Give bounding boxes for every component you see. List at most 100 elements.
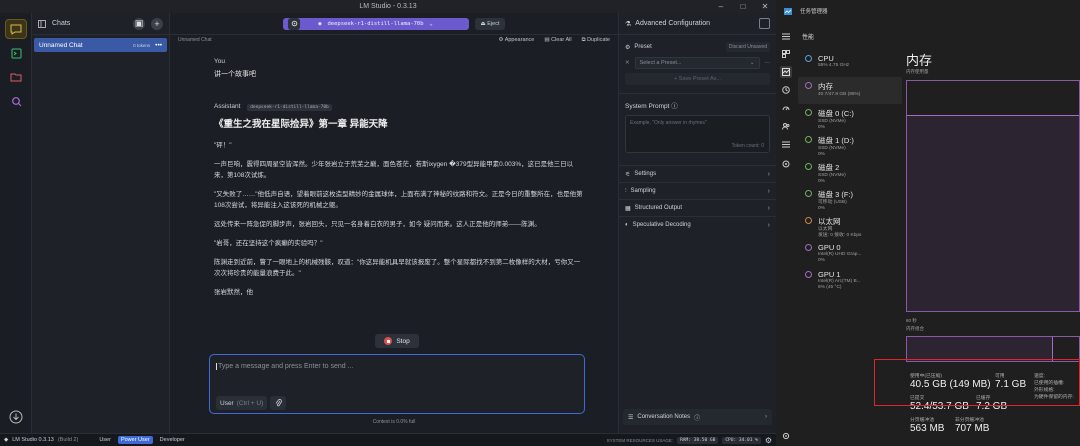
memory-detail-header: 内存 内存使用量	[906, 50, 1080, 75]
chevron-right-icon: ›	[767, 221, 770, 229]
new-folder-button[interactable]: ▣	[133, 17, 145, 30]
clear-all-button[interactable]: ▤ Clear All	[544, 37, 571, 44]
services-icon[interactable]	[780, 158, 792, 170]
chat-list-item[interactable]: Unnamed Chat 0 tokens •••	[34, 38, 167, 52]
save-preset-button[interactable]: + Save Preset As...	[625, 73, 770, 85]
maximize-icon[interactable]: □	[732, 0, 754, 13]
resource-name: 以太网	[818, 217, 841, 226]
chats-header: Chats ▣ +	[32, 13, 169, 35]
preset-row: ⚙ Preset Discard Unsaved	[619, 40, 776, 54]
assistant-role-row: Assistant deepseek-r1-distill-llama-70b	[214, 103, 584, 111]
appearance-label: Appearance	[504, 36, 535, 43]
chat-subbar: Unnamed Chat ⚙ Appearance ▤ Clear All ⧉ …	[170, 35, 618, 45]
sliders-icon: ⫶	[625, 187, 627, 194]
window-title: LM Studio - 0.3.13	[359, 3, 417, 10]
accordion-label: Structured Output	[634, 205, 683, 211]
user-message[interactable]: 讲一个故事吧	[214, 69, 584, 79]
sampling-accordion[interactable]: ⫶ Sampling ›	[619, 182, 776, 199]
resource-name: 磁盘 1 (D:)	[818, 136, 854, 145]
resource-disk-2[interactable]: 磁盘 2 SSD (NVMe) 0%	[798, 158, 902, 185]
folder-icon[interactable]	[5, 67, 27, 87]
resource-gpu-0[interactable]: GPU 0 Intel(R) UHD Grap... 0%	[798, 239, 902, 266]
notes-label: Conversation Notes	[637, 414, 691, 420]
resource-disk-1[interactable]: 磁盘 1 (D:) SSD (NVMe) 0%	[798, 131, 902, 158]
details-icon[interactable]	[780, 138, 792, 150]
accordion-label: Speculative Decoding	[632, 222, 691, 228]
token-count: Token count: 0	[731, 143, 764, 149]
minimize-icon[interactable]: –	[710, 0, 732, 13]
model-selector[interactable]: ◉ deepseek-r1-distill-llama-70b ⌄	[282, 17, 469, 30]
close-icon[interactable]: ✕	[625, 60, 630, 66]
gear-icon[interactable]	[288, 17, 300, 30]
app-version: LM Studio 0.3.13	[12, 437, 54, 443]
message-input[interactable]: Type a message and press Enter to send .…	[209, 354, 585, 414]
resource-name: 磁盘 3 (F:)	[818, 190, 853, 199]
disk-graph-icon	[805, 109, 812, 116]
resource-detail: 55% 4.75 GHz	[818, 63, 850, 68]
assistant-role-label: Assistant	[214, 103, 241, 110]
disk-graph-icon	[805, 190, 812, 197]
stop-icon	[384, 337, 393, 345]
hamburger-icon[interactable]	[780, 30, 792, 42]
chat-icon[interactable]	[5, 19, 27, 39]
system-prompt-input[interactable]: Example, "Only answer in rhymes" Token c…	[625, 115, 770, 153]
paperclip-icon	[275, 399, 282, 407]
document-icon: ▦	[625, 205, 631, 212]
gpu-graph-icon	[805, 244, 812, 251]
appearance-button[interactable]: ⚙ Appearance	[499, 37, 535, 44]
settings-icon[interactable]	[780, 430, 792, 442]
preset-select[interactable]: Select a Preset... ⌄	[634, 57, 760, 69]
resource-memory[interactable]: 内存 40.7/47.8 GB (85%)	[798, 77, 902, 104]
resource-detail: 40.7/47.8 GB (85%)	[818, 92, 861, 97]
mode-user[interactable]: User	[96, 436, 114, 444]
users-icon[interactable]	[780, 120, 792, 132]
resource-disk-0[interactable]: 磁盘 0 (C:) SSD (NVMe) 0%	[798, 104, 902, 131]
resource-disk-3[interactable]: 磁盘 3 (F:) 可移动 (USB) 0%	[798, 185, 902, 212]
clear-all-label: Clear All	[551, 36, 572, 43]
more-icon[interactable]: ⋯	[765, 60, 771, 66]
more-icon[interactable]: •••	[155, 42, 162, 49]
system-prompt-label: System Prompt	[625, 103, 670, 110]
close-icon[interactable]: ✕	[754, 0, 776, 13]
duplicate-button[interactable]: ⧉ Duplicate	[582, 37, 610, 44]
highlight-box	[874, 359, 1080, 406]
left-rail	[0, 13, 32, 433]
chevron-down-icon: ⌄	[749, 60, 755, 66]
startup-icon[interactable]	[780, 102, 792, 114]
attach-button[interactable]	[270, 396, 286, 410]
collapse-panel-icon[interactable]	[759, 18, 770, 29]
developer-icon[interactable]	[5, 43, 27, 63]
speculative-decoding-accordion[interactable]: ◐ Speculative Decoding ›	[619, 216, 776, 233]
history-icon[interactable]	[780, 84, 792, 96]
status-bar: ◆ LM Studio 0.3.13 (Build 2) User Power …	[0, 433, 776, 446]
story-paragraph: 远处传来一阵急促的脚步声，张岩回头，只见一名身着白衣的男子，如今 疑问而来。这人…	[214, 221, 541, 228]
ram-usage: RAM: 38.50 GB	[677, 436, 719, 444]
performance-icon[interactable]	[780, 66, 792, 78]
settings-accordion[interactable]: ⚟ Settings ›	[619, 165, 776, 182]
new-chat-button[interactable]: +	[151, 17, 163, 30]
resource-name: 磁盘 0 (C:)	[818, 109, 854, 118]
conversation-notes-button[interactable]: ☰ Conversation Notes ⓘ ›	[623, 409, 772, 425]
stop-button[interactable]: Stop	[375, 334, 419, 348]
resource-gpu-1[interactable]: GPU 1 Intel(R) Arc(TM) B... 6% (45 °C)	[798, 266, 902, 293]
structured-output-accordion[interactable]: ▦ Structured Output ›	[619, 199, 776, 216]
resource-name: 内存	[818, 82, 833, 91]
search-icon[interactable]	[5, 91, 27, 111]
tm-nav	[776, 22, 796, 446]
discard-unsaved-button[interactable]: Discard Unsaved	[725, 42, 770, 52]
gear-icon[interactable]: ⚙	[765, 436, 772, 445]
download-icon[interactable]	[5, 407, 27, 427]
role-selector[interactable]: User (Ctrl + U)	[216, 396, 268, 410]
resource-cpu[interactable]: CPU 55% 4.75 GHz	[798, 50, 902, 77]
mode-developer[interactable]: Developer	[157, 436, 188, 444]
info-icon[interactable]: ⓘ	[671, 103, 678, 110]
resources-label: SYSTEM RESOURCES USAGE:	[606, 437, 674, 443]
usage-label: 内存使用量	[906, 69, 929, 74]
sidebar-toggle-icon[interactable]	[38, 19, 46, 28]
memory-usage-line	[907, 114, 1079, 116]
mode-power-user[interactable]: Power User	[117, 436, 153, 444]
processes-icon[interactable]	[780, 48, 792, 60]
eject-label: Eject	[487, 20, 500, 27]
eject-button[interactable]: ⏏ Eject	[474, 17, 506, 30]
resource-ethernet[interactable]: 以太网 以太网 发送: 0 接收: 0 Kbps	[798, 212, 902, 239]
